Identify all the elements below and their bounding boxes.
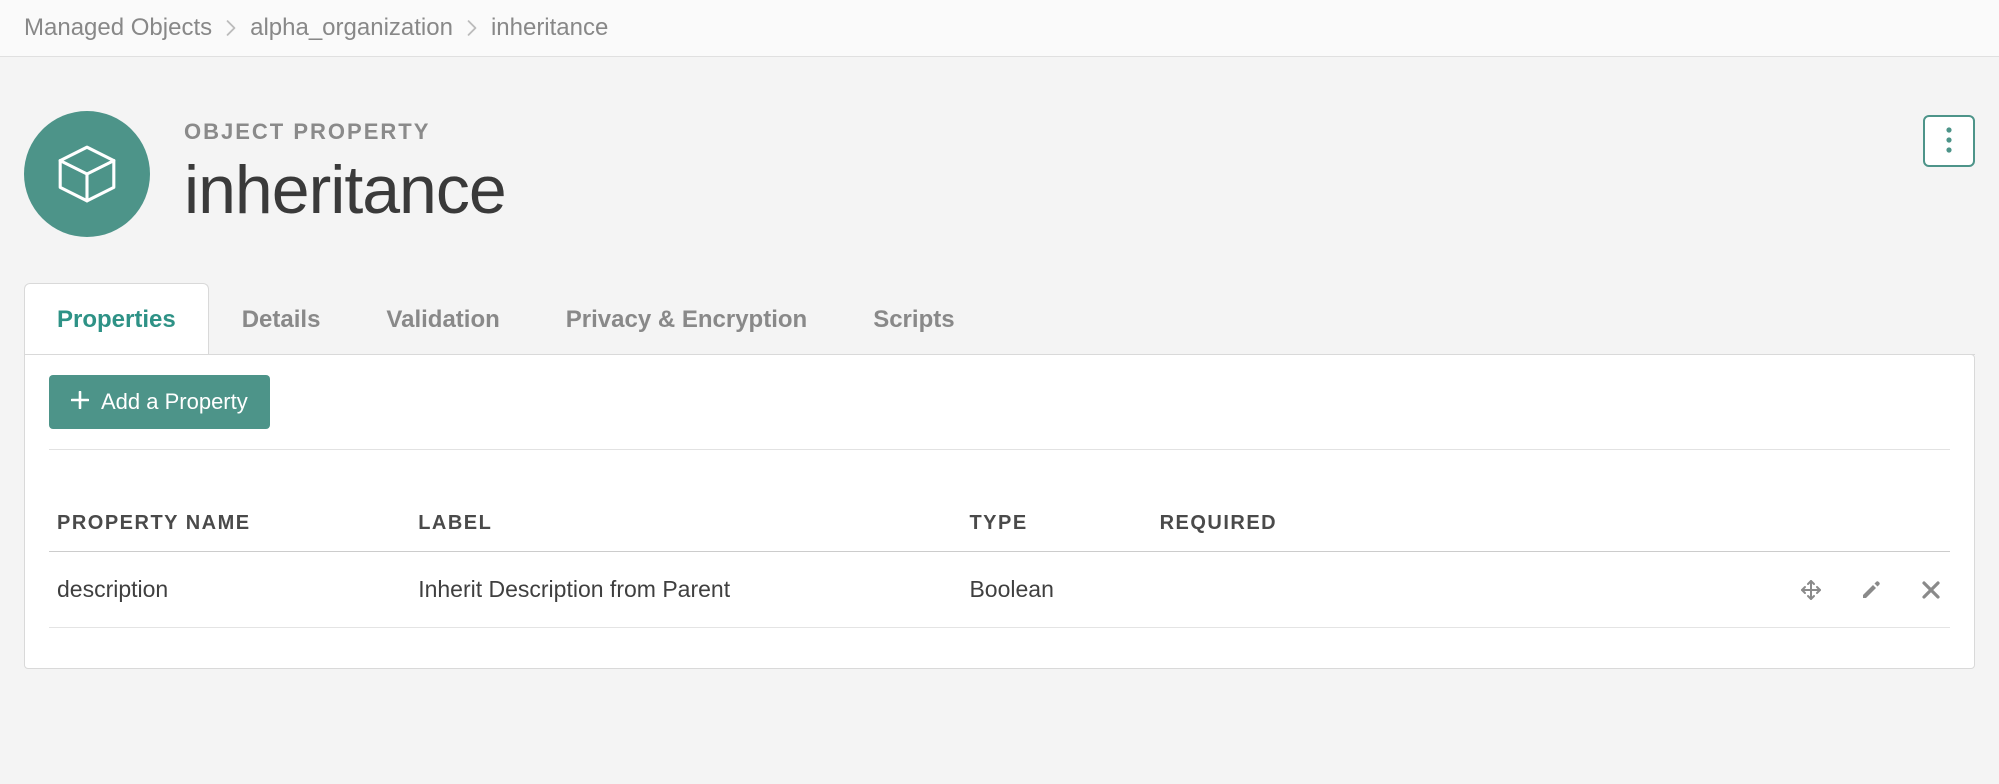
add-property-button[interactable]: Add a Property bbox=[49, 375, 270, 429]
th-actions bbox=[1665, 512, 1950, 552]
add-property-label: Add a Property bbox=[101, 389, 248, 415]
th-property-name: PROPERTY NAME bbox=[49, 512, 410, 552]
cell-type: Boolean bbox=[961, 552, 1151, 628]
th-type: TYPE bbox=[961, 512, 1151, 552]
chevron-right-icon bbox=[467, 20, 477, 36]
cell-actions bbox=[1665, 552, 1950, 628]
breadcrumb-link-managed-objects[interactable]: Managed Objects bbox=[24, 14, 212, 42]
cell-property-name: description bbox=[49, 552, 410, 628]
plus-icon bbox=[71, 389, 89, 415]
properties-table: PROPERTY NAME LABEL TYPE REQUIRED descri… bbox=[49, 512, 1950, 628]
tabs: Properties Details Validation Privacy & … bbox=[24, 283, 1975, 355]
breadcrumb: Managed Objects alpha_organization inher… bbox=[24, 14, 1975, 42]
tab-validation[interactable]: Validation bbox=[353, 283, 532, 354]
delete-icon[interactable] bbox=[1920, 579, 1942, 601]
row-actions bbox=[1673, 579, 1942, 601]
table-header-row: PROPERTY NAME LABEL TYPE REQUIRED bbox=[49, 512, 1950, 552]
move-icon[interactable] bbox=[1800, 579, 1822, 601]
page-eyebrow: OBJECT PROPERTY bbox=[184, 119, 506, 145]
tab-details[interactable]: Details bbox=[209, 283, 354, 354]
tab-privacy-encryption[interactable]: Privacy & Encryption bbox=[533, 283, 840, 354]
breadcrumb-link-organization[interactable]: alpha_organization bbox=[250, 14, 453, 42]
th-label: LABEL bbox=[410, 512, 961, 552]
top-bar: Managed Objects alpha_organization inher… bbox=[0, 0, 1999, 57]
th-required: REQUIRED bbox=[1152, 512, 1665, 552]
cell-label: Inherit Description from Parent bbox=[410, 552, 961, 628]
cube-icon bbox=[24, 111, 150, 237]
page-header: OBJECT PROPERTY inheritance bbox=[24, 111, 1975, 237]
edit-icon[interactable] bbox=[1860, 579, 1882, 601]
cell-required bbox=[1152, 552, 1665, 628]
kebab-icon bbox=[1946, 127, 1952, 156]
more-actions-button[interactable] bbox=[1923, 115, 1975, 167]
title-block: OBJECT PROPERTY inheritance bbox=[184, 119, 506, 229]
properties-panel: Add a Property PROPERTY NAME LABEL TYPE … bbox=[24, 354, 1975, 669]
page-content: OBJECT PROPERTY inheritance Properties D… bbox=[0, 57, 1999, 693]
chevron-right-icon bbox=[226, 20, 236, 36]
breadcrumb-current: inheritance bbox=[491, 14, 608, 42]
page-title: inheritance bbox=[184, 151, 506, 229]
table-row: description Inherit Description from Par… bbox=[49, 552, 1950, 628]
divider bbox=[49, 449, 1950, 450]
tab-scripts[interactable]: Scripts bbox=[840, 283, 987, 354]
tab-properties[interactable]: Properties bbox=[24, 283, 209, 354]
